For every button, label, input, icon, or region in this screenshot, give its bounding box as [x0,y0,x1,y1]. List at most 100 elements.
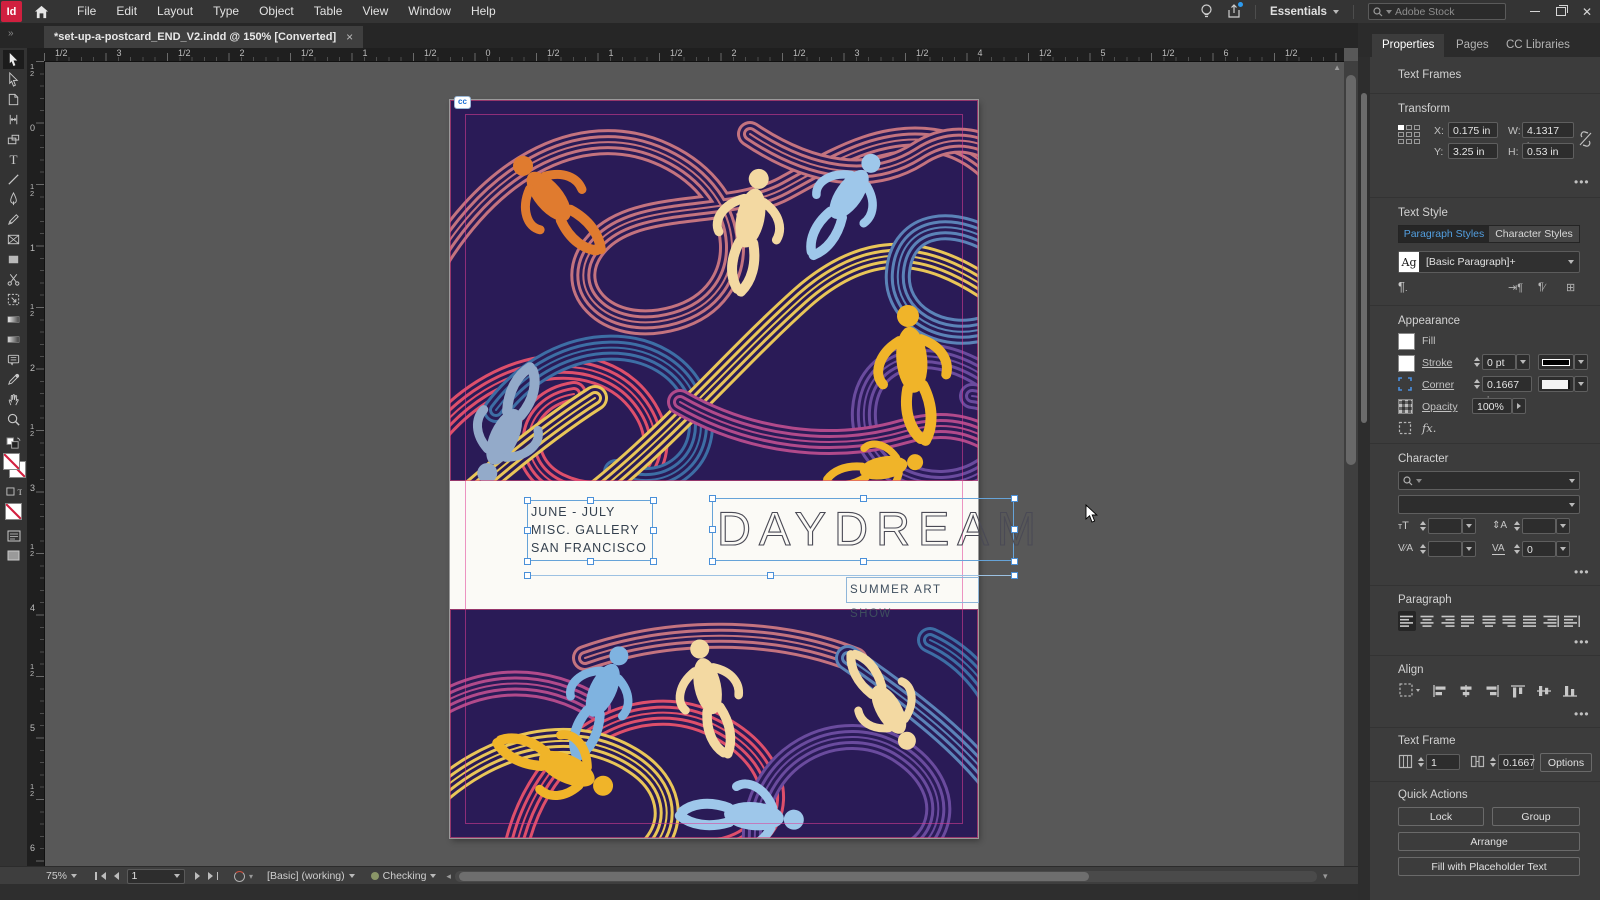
leading-field[interactable] [1522,518,1556,534]
gradient-swatch-tool[interactable] [3,310,24,329]
view-options-icon[interactable] [3,526,24,545]
opacity-link[interactable]: Opacity [1422,401,1458,413]
selection-handle[interactable] [650,497,657,504]
columns-field[interactable]: 1 [1426,754,1460,770]
tracking-field[interactable]: 0 [1522,541,1556,557]
align-more-options[interactable]: ••• [1574,707,1590,721]
stroke-weight-dropdown[interactable] [1516,354,1530,370]
selection-handle[interactable] [709,526,716,533]
corner-shape-dropdown[interactable] [1574,376,1588,392]
group-button[interactable]: Group [1492,807,1580,826]
line-tool[interactable] [3,170,24,189]
cc-link-badge-icon[interactable]: cc [454,96,471,109]
vertical-ruler[interactable]: 12 0 12 1 12 2 12 3 12 4 12 5 12 6 [27,61,45,866]
document-tab[interactable]: *set-up-a-postcard_END_V2.indd @ 150% [C… [44,26,364,48]
scissors-tool[interactable] [3,270,24,289]
font-size-stepper[interactable] [1418,518,1427,534]
paragraph-more-options[interactable]: ••• [1574,635,1590,649]
selection-handle[interactable] [767,572,774,579]
corner-size-stepper[interactable] [1472,376,1481,392]
menu-object[interactable]: Object [249,0,304,23]
preflight-status[interactable]: Checking [370,870,437,882]
selection-handle[interactable] [860,558,867,565]
scroll-down-icon[interactable]: ▾ [1323,871,1328,882]
fill-color-swatch[interactable] [3,453,20,470]
opacity-expand-button[interactable] [1512,398,1526,414]
horizontal-scrollbar[interactable] [454,870,1317,882]
zoom-tool[interactable] [3,410,24,429]
gutter-field[interactable]: 0.1667 [1498,754,1535,770]
x-position-field[interactable]: 0.175 in [1448,122,1498,138]
selection-handle[interactable] [587,558,594,565]
tab-cc-libraries[interactable]: CC Libraries [1496,34,1580,57]
lock-button[interactable]: Lock [1398,807,1484,826]
menu-file[interactable]: File [67,0,106,23]
tab-properties[interactable]: Properties [1372,34,1445,57]
paragraph-justify-all-button[interactable] [1521,611,1539,631]
selection-tool[interactable] [3,50,24,69]
eyedropper-tool[interactable] [3,370,24,389]
rectangle-frame-tool[interactable] [3,230,24,249]
opacity-field[interactable]: 100% [1472,398,1512,414]
leading-dropdown[interactable] [1556,518,1570,534]
height-field[interactable]: 0.53 in [1522,143,1574,159]
kerning-stepper[interactable] [1418,541,1427,557]
free-transform-tool[interactable] [3,290,24,309]
page-tool[interactable] [3,90,24,109]
paragraph-align-away-from-spine-button[interactable] [1562,611,1580,631]
selection-handle[interactable] [1011,495,1018,502]
pencil-tool[interactable] [3,210,24,229]
scroll-left-icon[interactable]: ◂ [446,871,451,882]
share-icon[interactable] [1227,2,1244,19]
font-size-field[interactable] [1428,518,1462,534]
menu-table[interactable]: Table [304,0,353,23]
paragraph-styles-tab[interactable]: Paragraph Styles [1399,226,1489,242]
paragraph-justify-center-button[interactable] [1480,611,1498,631]
first-page-button[interactable] [95,872,106,880]
transform-more-options[interactable]: ••• [1574,175,1590,189]
paragraph-justify-left-button[interactable] [1460,611,1478,631]
vertical-scrollbar-thumb[interactable] [1346,75,1356,465]
content-collector-tool[interactable] [3,130,24,149]
corner-options-icon[interactable] [1398,377,1412,396]
horizontal-scrollbar-thumb[interactable] [458,871,1089,881]
preflight-profile-select[interactable]: [Basic] (working) [267,870,355,882]
previous-page-button[interactable] [113,872,119,880]
selection-handle[interactable] [587,497,594,504]
leading-stepper[interactable] [1512,518,1521,534]
align-vertical-centers-button[interactable] [1534,681,1554,701]
text-frame-options-button[interactable]: Options [1540,753,1592,772]
align-horizontal-centers-button[interactable] [1456,681,1476,701]
scroll-up-icon[interactable]: ▲ [1333,63,1341,72]
document-canvas[interactable]: cc JUNE - JULY MISC. GALLERY SAN FRANCIS… [44,61,1344,866]
fill-swatch-none[interactable] [1398,333,1415,350]
menu-view[interactable]: View [352,0,398,23]
panel-scrollbar-thumb[interactable] [1361,93,1367,423]
formatting-affects-toggle[interactable]: T [3,482,24,501]
vertical-scrollbar[interactable] [1344,61,1358,866]
paragraph-align-toward-spine-button[interactable] [1542,611,1560,631]
selection-handle[interactable] [650,527,657,534]
new-style-icon[interactable]: ⊞ [1566,281,1575,294]
hand-tool[interactable] [3,390,24,409]
default-fill-stroke-icon[interactable] [3,434,24,453]
object-style-icon[interactable] [1398,421,1412,440]
columns-stepper[interactable] [1416,754,1425,770]
align-top-edges-button[interactable] [1508,681,1528,701]
last-page-button[interactable] [207,872,219,880]
corner-size-field[interactable]: 0.1667 in [1482,376,1532,407]
menu-edit[interactable]: Edit [106,0,147,23]
selection-handle[interactable] [524,527,531,534]
selection-handle[interactable] [860,495,867,502]
minimize-button[interactable] [1529,11,1540,12]
tracking-dropdown[interactable] [1556,541,1570,557]
align-bottom-edges-button[interactable] [1560,681,1580,701]
apply-none-button[interactable] [5,503,22,520]
width-field[interactable]: 4.1317 in [1522,122,1574,153]
text-frame-title[interactable]: DAYDREAM [712,498,1036,561]
double-chevron-icon[interactable]: » [8,28,13,39]
preflight-icon[interactable]: ▾ [234,870,253,882]
restore-button[interactable] [1555,5,1568,16]
postcard-artwork[interactable] [450,100,978,838]
postcard-page[interactable]: cc JUNE - JULY MISC. GALLERY SAN FRANCIS… [450,96,1036,838]
